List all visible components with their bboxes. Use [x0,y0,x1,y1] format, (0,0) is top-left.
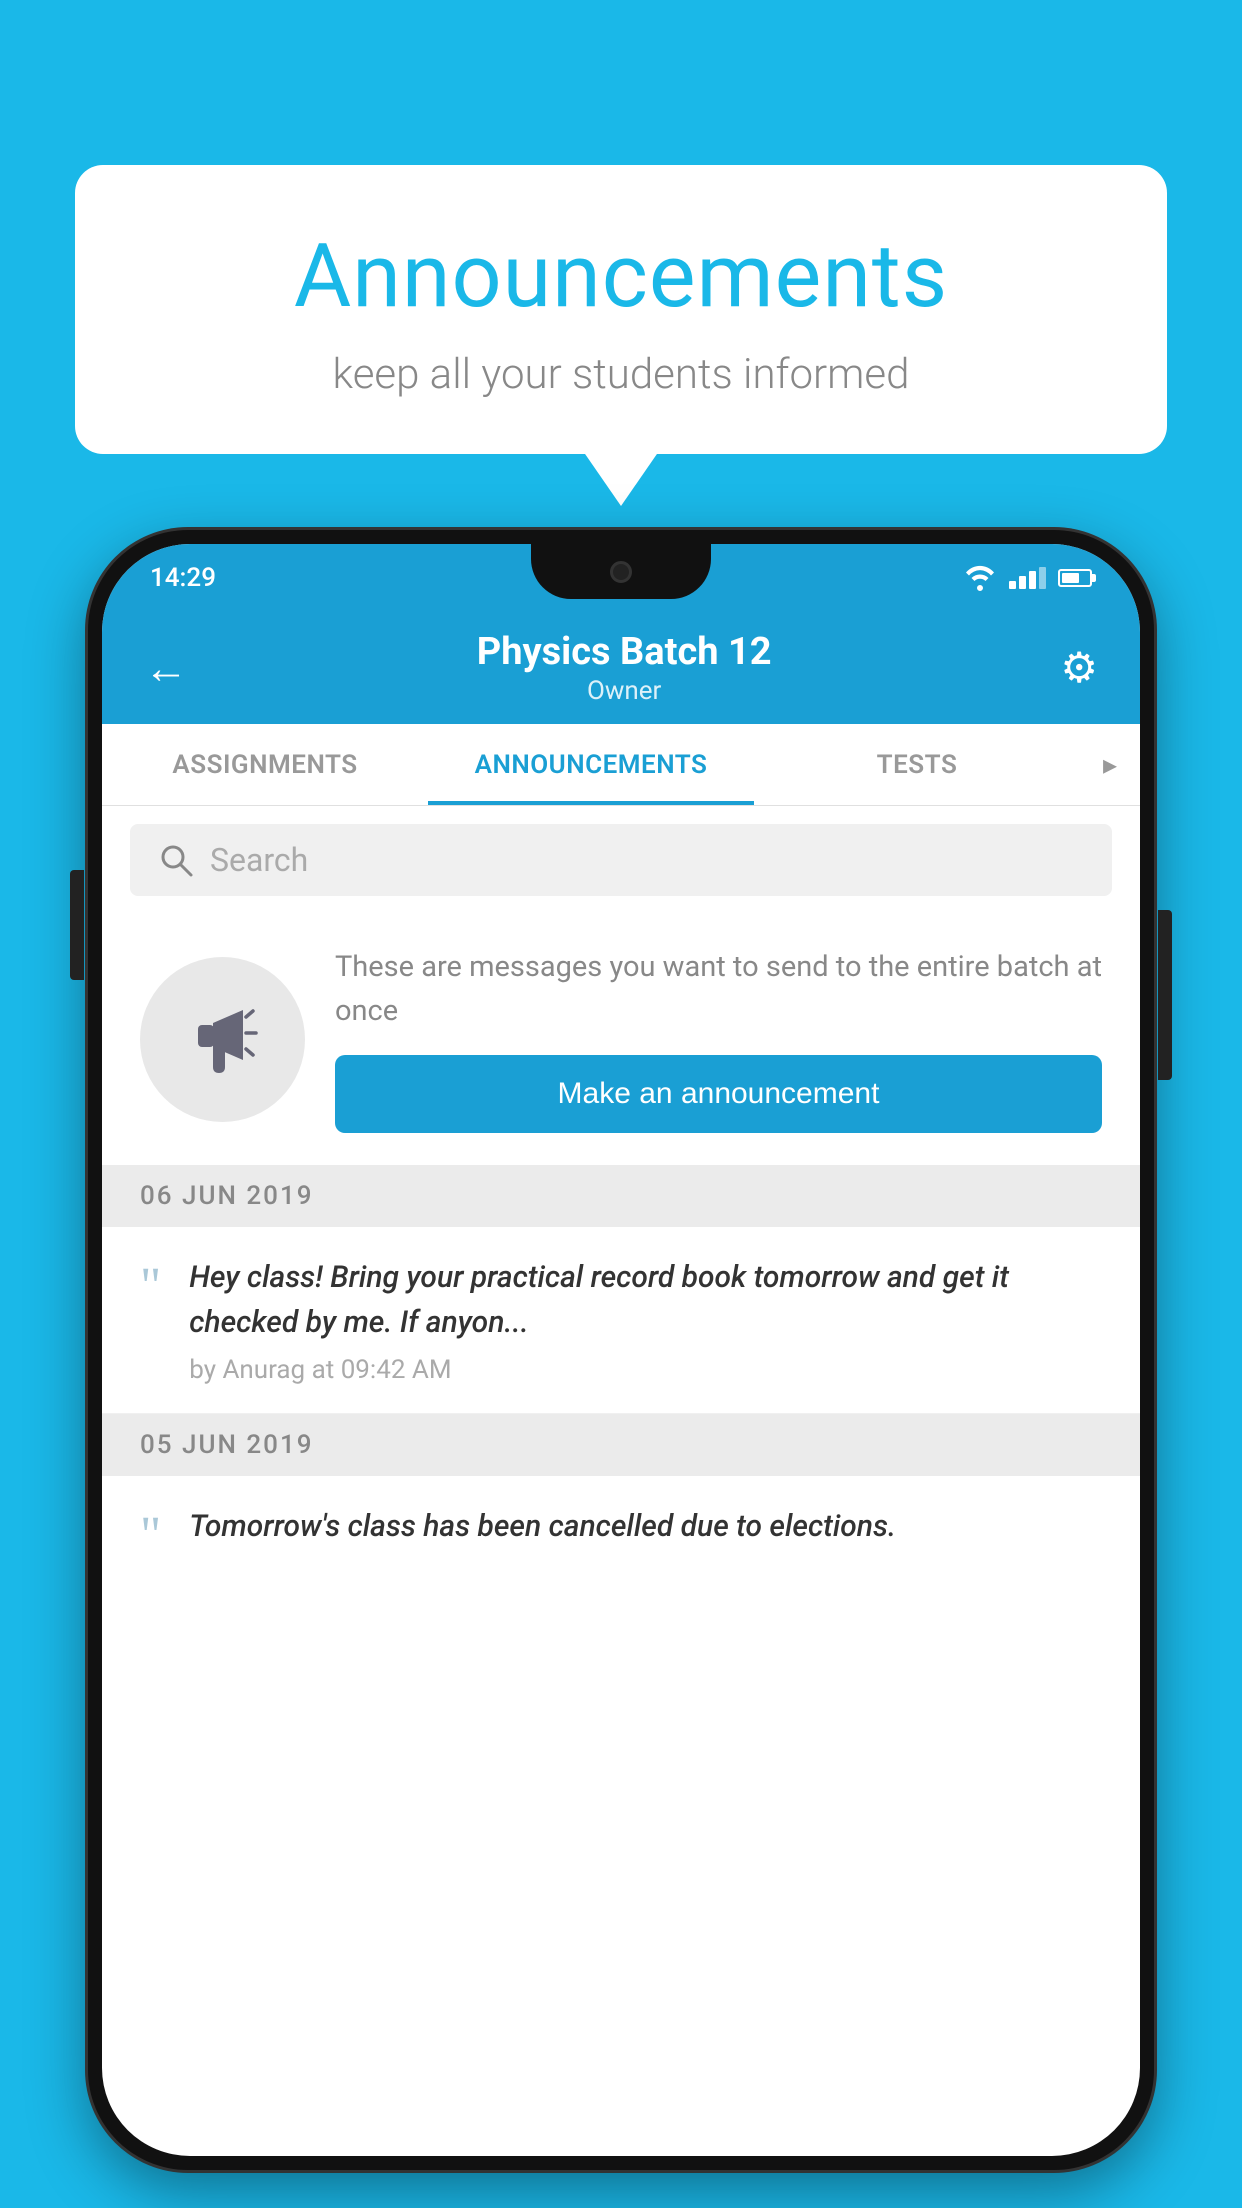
announcement-item-1[interactable]: " Hey class! Bring your practical record… [102,1227,1140,1414]
search-container: Search [102,806,1140,914]
header-subtitle: Owner [188,676,1060,706]
announcement-content-1: Hey class! Bring your practical record b… [189,1255,1102,1385]
date-label-1: 06 JUN 2019 [140,1181,314,1211]
status-bar: 14:29 [102,544,1140,612]
promo-description: These are messages you want to send to t… [335,946,1102,1033]
status-icons [963,565,1092,591]
gear-icon[interactable]: ⚙ [1060,643,1098,693]
header-title: Physics Batch 12 [188,630,1060,674]
promo-card: These are messages you want to send to t… [102,914,1140,1165]
promo-right: These are messages you want to send to t… [335,946,1102,1133]
speech-bubble: Announcements keep all your students inf… [75,165,1167,454]
tab-assignments[interactable]: ASSIGNMENTS [102,724,428,805]
back-button[interactable]: ← [144,642,188,694]
tabs-container: ASSIGNMENTS ANNOUNCEMENTS TESTS ▸ [102,724,1140,806]
app-header: ← Physics Batch 12 Owner ⚙ [102,612,1140,724]
announcement-text-1: Hey class! Bring your practical record b… [189,1255,1102,1345]
search-icon [158,842,194,878]
bubble-title: Announcements [155,225,1087,328]
camera-dot [610,561,632,583]
phone-inner: 14:29 [102,544,1140,2156]
bubble-subtitle: keep all your students informed [155,350,1087,399]
notch [531,544,711,599]
phone-outer: 14:29 [88,530,1154,2170]
announcement-content-2: Tomorrow's class has been cancelled due … [189,1504,1102,1549]
announcement-item-2[interactable]: " Tomorrow's class has been cancelled du… [102,1476,1140,1590]
battery-fill [1062,573,1079,583]
speech-bubble-section: Announcements keep all your students inf… [75,165,1167,454]
date-label-2: 05 JUN 2019 [140,1430,314,1460]
phone-wrapper: 14:29 [88,530,1154,2208]
search-placeholder: Search [210,841,308,879]
signal-bars-icon [1009,567,1046,589]
header-center: Physics Batch 12 Owner [188,630,1060,706]
announcement-text-2: Tomorrow's class has been cancelled due … [189,1504,1102,1549]
megaphone-circle [140,957,305,1122]
tab-announcements[interactable]: ANNOUNCEMENTS [428,724,754,805]
announcement-meta-1: by Anurag at 09:42 AM [189,1355,1102,1385]
battery-icon [1058,569,1092,587]
make-announcement-button[interactable]: Make an announcement [335,1055,1102,1133]
status-time: 14:29 [150,563,216,593]
quote-icon-1: " [140,1261,161,1313]
tab-tests[interactable]: TESTS [754,724,1080,805]
date-separator-1: 06 JUN 2019 [102,1165,1140,1227]
quote-icon-2: " [140,1510,161,1562]
search-bar[interactable]: Search [130,824,1112,896]
wifi-icon [963,565,997,591]
tab-more[interactable]: ▸ [1080,724,1140,805]
date-separator-2: 05 JUN 2019 [102,1414,1140,1476]
megaphone-icon [178,995,268,1085]
